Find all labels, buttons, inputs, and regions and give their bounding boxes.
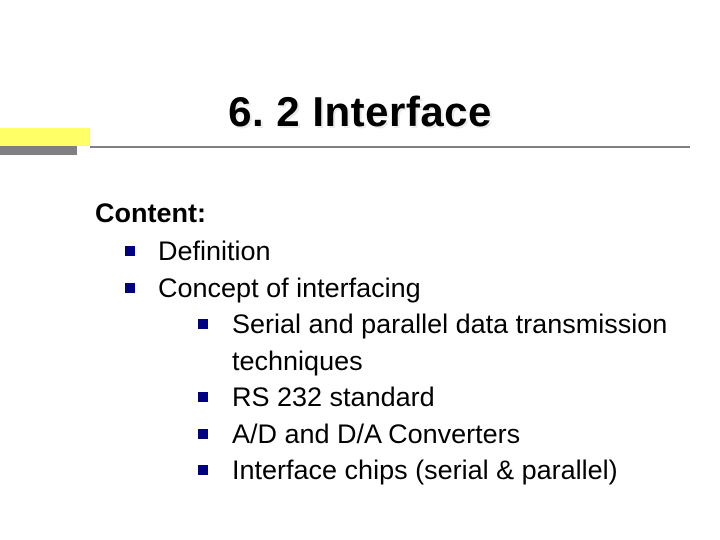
list-item-text: Interface chips (serial & parallel) bbox=[232, 455, 618, 485]
content-sublist: Serial and parallel data transmission te… bbox=[158, 306, 680, 488]
content-heading: Content: bbox=[95, 195, 680, 231]
slide: 6. 2 Interface Content: Definition Conce… bbox=[0, 0, 720, 540]
list-item-text: A/D and D/A Converters bbox=[232, 419, 520, 449]
list-item-text: RS 232 standard bbox=[232, 382, 435, 412]
list-item: Concept of interfacing Serial and parall… bbox=[125, 270, 680, 489]
list-item: A/D and D/A Converters bbox=[198, 416, 680, 452]
slide-body: Content: Definition Concept of interfaci… bbox=[95, 195, 680, 489]
list-item-text: Concept of interfacing bbox=[158, 273, 421, 303]
slide-title: 6. 2 Interface bbox=[0, 88, 720, 136]
content-list: Definition Concept of interfacing Serial… bbox=[95, 233, 680, 488]
list-item: RS 232 standard bbox=[198, 379, 680, 415]
accent-bar-gray bbox=[0, 146, 77, 155]
list-item: Serial and parallel data transmission te… bbox=[198, 306, 680, 379]
list-item-text: Definition bbox=[158, 236, 271, 266]
list-item-text: Serial and parallel data transmission te… bbox=[232, 309, 667, 375]
title-underline bbox=[90, 146, 690, 148]
list-item: Definition bbox=[125, 233, 680, 269]
list-item: Interface chips (serial & parallel) bbox=[198, 452, 680, 488]
